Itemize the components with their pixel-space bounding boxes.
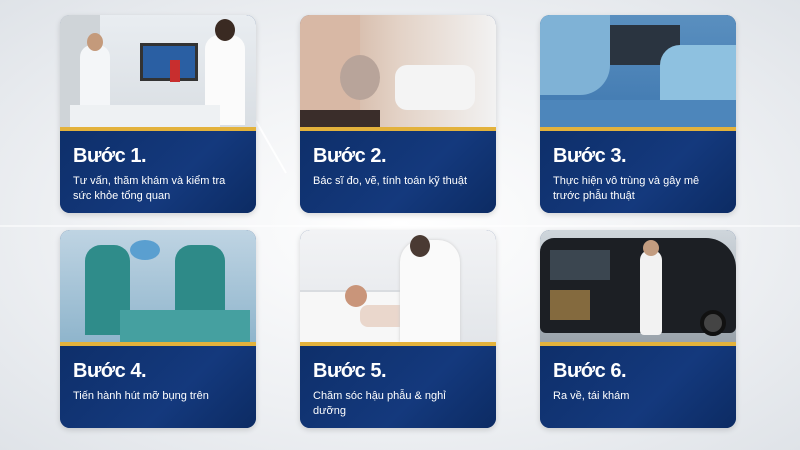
step-card-6: Bước 6. Ra về, tái khám [540,230,736,428]
step-description: Thực hiện vô trùng và gây mê trước phẫu … [553,175,700,202]
step-card-2: Bước 2. Bác sĩ đo, vẽ, tính toán kỹ thuậ… [300,15,496,213]
step-description: Bác sĩ đo, vẽ, tính toán kỹ thuật [313,175,468,187]
step-description: Tiến hành hút mỡ bụng trên [73,390,209,402]
step-card-5: Bước 5. Chăm sóc hậu phẫu & nghỉ dưỡng [300,230,496,428]
step-title: Bước 6. [553,360,627,382]
doctor-measuring-photo [300,15,496,127]
step-title: Bước 4. [73,360,147,382]
discharge-photo [540,230,736,342]
sterile-preparation-photo [540,15,736,127]
background-line [255,120,287,174]
surgery-photo [60,230,256,342]
step-description: Ra về, tái khám [553,390,630,402]
step-description: Chăm sóc hậu phẫu & nghỉ dưỡng [313,390,446,417]
step-card-1: Bước 1. Tư vấn, thăm khám và kiểm tra sứ… [60,15,256,213]
step-title: Bước 5. [313,360,387,382]
doctor-consultation-photo [60,15,256,127]
step-card-4: Bước 4. Tiến hành hút mỡ bụng trên [60,230,256,428]
step-title: Bước 1. [73,145,147,167]
step-card-3: Bước 3. Thực hiện vô trùng và gây mê trư… [540,15,736,213]
background-line [0,225,800,227]
step-description: Tư vấn, thăm khám và kiểm tra sức khỏe t… [73,175,226,202]
post-op-care-photo [300,230,496,342]
step-title: Bước 2. [313,145,387,167]
step-title: Bước 3. [553,145,627,167]
